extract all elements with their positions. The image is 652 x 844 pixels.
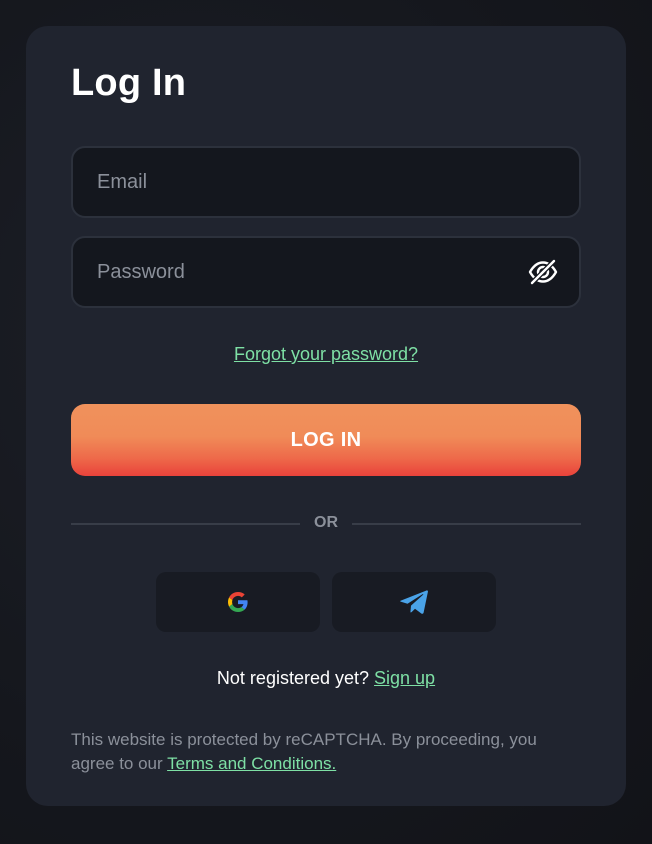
- email-field-container: [71, 146, 581, 218]
- login-card: Log In Forgot your password? LOG IN OR: [26, 26, 626, 806]
- or-divider: OR: [71, 512, 581, 536]
- signup-row: Not registered yet? Sign up: [26, 668, 626, 689]
- legal-notice: This website is protected by reCAPTCHA. …: [71, 728, 581, 776]
- page-title: Log In: [71, 62, 187, 104]
- telegram-login-button[interactable]: [332, 572, 496, 632]
- google-login-button[interactable]: [156, 572, 320, 632]
- password-field-container: [71, 236, 581, 308]
- signup-link[interactable]: Sign up: [374, 668, 435, 688]
- divider-line-right: [352, 523, 581, 525]
- login-button[interactable]: LOG IN: [71, 404, 581, 476]
- eye-slash-icon[interactable]: [527, 258, 559, 286]
- password-input[interactable]: [73, 238, 579, 306]
- forgot-password-row: Forgot your password?: [26, 344, 626, 365]
- email-input[interactable]: [73, 148, 579, 216]
- signup-prompt: Not registered yet?: [216, 668, 369, 688]
- terms-link[interactable]: Terms and Conditions.: [167, 754, 336, 773]
- forgot-password-link[interactable]: Forgot your password?: [234, 344, 418, 364]
